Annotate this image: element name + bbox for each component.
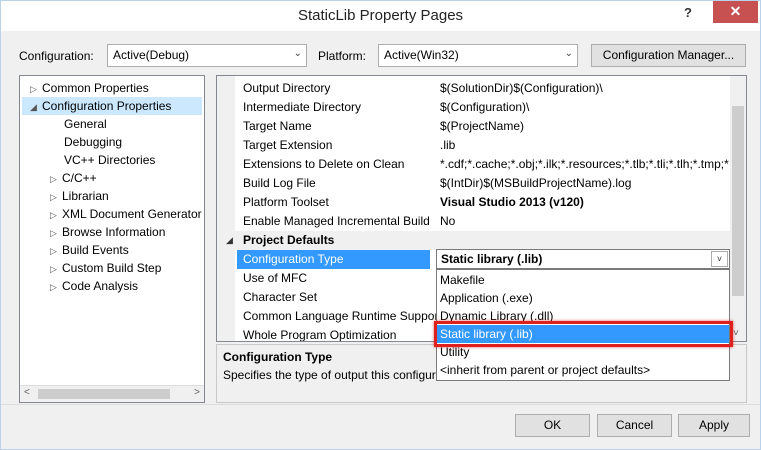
scroll-left-icon[interactable]: < bbox=[24, 387, 30, 398]
expand-arrow-icon[interactable]: ▷ bbox=[50, 206, 62, 224]
tree-item-label: Custom Build Step bbox=[62, 261, 162, 275]
footer-separator bbox=[1, 404, 760, 405]
ok-button[interactable]: OK bbox=[515, 414, 590, 437]
property-value[interactable]: $(Configuration)\ bbox=[440, 98, 732, 117]
help-button[interactable]: ? bbox=[675, 3, 701, 25]
tree-item-label: Librarian bbox=[62, 189, 109, 203]
tree-item-general[interactable]: General bbox=[64, 115, 107, 133]
grid-row[interactable]: Build Log File $(IntDir)$(MSBuildProjectN… bbox=[217, 174, 731, 193]
scroll-right-icon[interactable]: > bbox=[194, 387, 200, 398]
property-name: Extensions to Delete on Clean bbox=[243, 157, 405, 171]
property-value[interactable]: .lib bbox=[440, 136, 732, 155]
property-value[interactable]: No bbox=[440, 212, 732, 231]
property-name: Build Log File bbox=[243, 176, 316, 190]
expand-arrow-icon[interactable]: ▷ bbox=[50, 224, 62, 242]
tree-item-c-cpp[interactable]: ▷ C/C++ bbox=[50, 169, 97, 187]
dropdown-option-inherit[interactable]: <inherit from parent or project defaults… bbox=[437, 361, 729, 379]
grid-row[interactable]: Target Name $(ProjectName) bbox=[217, 117, 731, 136]
chevron-down-icon[interactable]: ˅ bbox=[711, 251, 728, 267]
tree-item-label: Configuration Properties bbox=[42, 99, 172, 113]
property-pages-dialog: StaticLib Property Pages ? ✕ Configurati… bbox=[0, 0, 761, 450]
property-name: Intermediate Directory bbox=[243, 100, 362, 114]
tree-item-debugging[interactable]: Debugging bbox=[64, 133, 122, 151]
close-button[interactable]: ✕ bbox=[713, 1, 758, 23]
grid-row[interactable]: Target Extension .lib bbox=[217, 136, 731, 155]
description-text: Specifies the type of output this config… bbox=[223, 368, 437, 382]
window-title: StaticLib Property Pages bbox=[297, 7, 464, 24]
property-name: Whole Program Optimization bbox=[243, 328, 397, 342]
tree-item-label: C/C++ bbox=[62, 171, 97, 185]
tree-item-label: Code Analysis bbox=[62, 279, 139, 293]
collapse-arrow-icon[interactable]: ◢ bbox=[30, 98, 42, 116]
dropdown-option-application[interactable]: Application (.exe) bbox=[437, 289, 729, 307]
configuration-type-value: Static library (.lib) bbox=[441, 252, 543, 266]
category-row-project-defaults[interactable]: ◢ Project Defaults bbox=[217, 231, 746, 250]
scrollbar-thumb[interactable] bbox=[732, 106, 744, 296]
chevron-down-icon: ⌄ bbox=[564, 48, 573, 59]
cancel-button[interactable]: Cancel bbox=[597, 414, 672, 437]
highlight-annotation bbox=[434, 321, 733, 347]
tree-item-browse-information[interactable]: ▷ Browse Information bbox=[50, 223, 165, 241]
dropdown-option-makefile[interactable]: Makefile bbox=[437, 271, 729, 289]
tree-item-build-events[interactable]: ▷ Build Events bbox=[50, 241, 129, 259]
configuration-label: Configuration: bbox=[19, 49, 94, 63]
tree-item-vc-directories[interactable]: VC++ Directories bbox=[64, 151, 155, 169]
grid-row[interactable]: Extensions to Delete on Clean *.cdf;*.cac… bbox=[217, 155, 731, 174]
tree-item-custom-build-step[interactable]: ▷ Custom Build Step bbox=[50, 259, 161, 277]
grid-row[interactable]: Platform Toolset Visual Studio 2013 (v120… bbox=[217, 193, 731, 212]
configuration-manager-button[interactable]: Configuration Manager... bbox=[591, 44, 746, 67]
property-value[interactable]: $(SolutionDir)$(Configuration)\ bbox=[440, 79, 732, 98]
expand-arrow-icon[interactable]: ▷ bbox=[50, 188, 62, 206]
property-name: Configuration Type bbox=[237, 250, 430, 269]
configuration-value: Active(Debug) bbox=[113, 48, 190, 62]
property-tree[interactable]: ▷ Common Properties ◢ Configuration Proper… bbox=[19, 75, 205, 403]
tree-horizontal-scrollbar[interactable]: < > bbox=[20, 385, 204, 402]
property-name: Target Extension bbox=[243, 138, 333, 152]
property-name: Character Set bbox=[243, 290, 318, 304]
tree-item-label: Browse Information bbox=[62, 225, 166, 239]
property-name: Target Name bbox=[243, 119, 312, 133]
scrollbar-thumb[interactable] bbox=[38, 389, 170, 399]
title-bar[interactable]: StaticLib Property Pages ? ✕ bbox=[1, 1, 760, 31]
configuration-select[interactable]: Active(Debug) ⌄ bbox=[107, 44, 307, 67]
property-name: Common Language Runtime Support bbox=[243, 309, 436, 323]
platform-select[interactable]: Active(Win32) ⌄ bbox=[378, 44, 578, 67]
configuration-type-select[interactable]: Static library (.lib) ˅ bbox=[436, 249, 730, 269]
property-value[interactable]: $(ProjectName) bbox=[440, 117, 732, 136]
property-name: Output Directory bbox=[243, 81, 331, 95]
platform-value: Active(Win32) bbox=[384, 48, 459, 62]
grid-row[interactable]: Output Directory $(SolutionDir)$(Configur… bbox=[217, 79, 731, 98]
category-label: Project Defaults bbox=[243, 233, 335, 247]
property-value[interactable]: *.cdf;*.cache;*.obj;*.ilk;*.resources;*.… bbox=[440, 155, 732, 174]
collapse-arrow-icon[interactable]: ◢ bbox=[226, 231, 233, 250]
property-name: Platform Toolset bbox=[243, 195, 329, 209]
tree-item-librarian[interactable]: ▷ Librarian bbox=[50, 187, 109, 205]
expand-arrow-icon[interactable]: ▷ bbox=[50, 242, 62, 260]
platform-label: Platform: bbox=[318, 49, 367, 63]
expand-arrow-icon[interactable]: ▷ bbox=[50, 170, 62, 188]
tree-item-common-properties[interactable]: ▷ Common Properties bbox=[30, 79, 149, 97]
tree-item-label: Common Properties bbox=[42, 81, 149, 95]
tree-item-label: XML Document Generator bbox=[62, 207, 202, 221]
tree-item-code-analysis[interactable]: ▷ Code Analysis bbox=[50, 277, 138, 295]
tree-item-xml-document-generator[interactable]: ▷ XML Document Generator bbox=[50, 205, 202, 223]
property-name: Use of MFC bbox=[243, 271, 308, 285]
expand-arrow-icon[interactable]: ▷ bbox=[50, 260, 62, 278]
grid-row[interactable]: Intermediate Directory $(Configuration)\ bbox=[217, 98, 731, 117]
grid-row[interactable]: Enable Managed Incremental Build No bbox=[217, 212, 731, 231]
apply-button[interactable]: Apply bbox=[678, 414, 750, 437]
property-value[interactable]: Visual Studio 2013 (v120) bbox=[440, 193, 732, 212]
tree-item-label: Build Events bbox=[62, 243, 129, 257]
tree-item-configuration-properties[interactable]: ◢ Configuration Properties bbox=[22, 97, 202, 115]
property-value[interactable]: $(IntDir)$(MSBuildProjectName).log bbox=[440, 174, 732, 193]
scroll-down-icon[interactable]: ˅ bbox=[733, 328, 739, 339]
expand-arrow-icon[interactable]: ▷ bbox=[30, 80, 42, 98]
description-title: Configuration Type bbox=[223, 350, 333, 364]
expand-arrow-icon[interactable]: ▷ bbox=[50, 278, 62, 296]
property-name: Enable Managed Incremental Build bbox=[243, 214, 430, 228]
chevron-down-icon: ⌄ bbox=[293, 48, 302, 59]
grid-vertical-scrollbar[interactable]: ˅ bbox=[730, 76, 746, 341]
